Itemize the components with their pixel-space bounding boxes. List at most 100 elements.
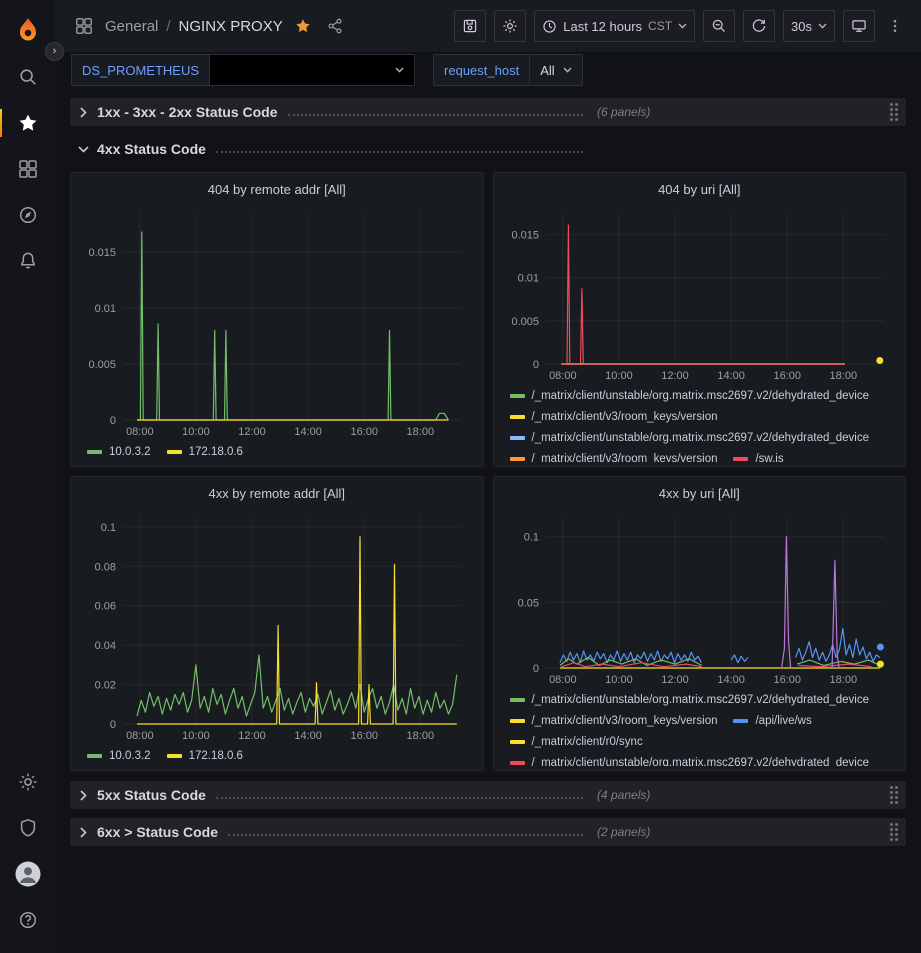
timeseries-chart[interactable]: 08:0010:0012:0014:0016:0018:0000.020.040… [77, 509, 477, 744]
svg-text:18:00: 18:00 [407, 730, 435, 742]
row-drag-handle[interactable] [890, 823, 898, 841]
svg-text:08:00: 08:00 [549, 370, 577, 382]
svg-text:16:00: 16:00 [773, 370, 801, 382]
legend-label: /_matrix/client/unstable/org.matrix.msc2… [532, 390, 870, 402]
legend-swatch [87, 450, 102, 454]
legend-item[interactable]: 172.18.0.6 [167, 745, 243, 766]
row-panel-count: (4 panels) [597, 788, 650, 802]
zoom-out-button[interactable] [703, 10, 735, 42]
row-title: 4xx Status Code [97, 141, 206, 157]
panel-404-by-uri: 404 by uri [All] 08:0010:0012:0014:0016:… [493, 172, 907, 467]
compass-icon [18, 205, 38, 225]
row-drag-handle[interactable] [890, 786, 898, 804]
legend-label: /_matrix/client/v3/room_keys/version [532, 715, 718, 727]
kebab-menu-icon [887, 18, 903, 34]
panel-404-by-remote-addr: 404 by remote addr [All] 08:0010:0012:00… [70, 172, 484, 467]
row-title-area: 6xx > Status Code [97, 824, 583, 840]
favorite-star-button[interactable] [291, 14, 315, 38]
gear-icon [18, 772, 38, 792]
legend-swatch [510, 698, 525, 702]
svg-text:14:00: 14:00 [294, 426, 322, 438]
legend-label: 10.0.3.2 [109, 750, 151, 762]
legend-item[interactable]: /_matrix/client/unstable/org.matrix.msc2… [510, 752, 870, 766]
row-drag-handle[interactable] [890, 103, 898, 121]
refresh-button[interactable] [743, 10, 775, 42]
apps-icon [71, 13, 97, 39]
sidebar-item-server-admin[interactable] [0, 805, 55, 851]
legend-item[interactable]: 10.0.3.2 [87, 745, 151, 766]
svg-text:0.06: 0.06 [95, 601, 116, 613]
legend-item[interactable]: /_matrix/client/unstable/org.matrix.msc2… [510, 385, 870, 406]
legend-item[interactable]: 10.0.3.2 [87, 441, 151, 462]
svg-text:16:00: 16:00 [350, 426, 378, 438]
svg-text:0.005: 0.005 [511, 316, 539, 328]
shield-icon [18, 818, 38, 838]
timeseries-chart[interactable]: 08:0010:0012:0014:0016:0018:0000.0050.01… [500, 205, 900, 384]
svg-text:08:00: 08:00 [126, 426, 154, 438]
dashboard-content: 1xx - 3xx - 2xx Status Code (6 panels) 4… [55, 90, 921, 953]
refresh-interval-dropdown[interactable]: 30s [783, 10, 835, 42]
panel-title[interactable]: 404 by remote addr [All] [77, 173, 477, 205]
sidebar-item-dashboards[interactable] [0, 146, 55, 192]
datasource-variable-label[interactable]: DS_PROMETHEUS [71, 54, 210, 86]
sidebar-item-explore[interactable] [0, 192, 55, 238]
legend-item[interactable]: /_matrix/client/v3/room_keys/version [510, 406, 718, 427]
save-dashboard-button[interactable] [454, 10, 486, 42]
dashboard-settings-button[interactable] [494, 10, 526, 42]
sidebar-item-alerting[interactable] [0, 238, 55, 284]
sidebar-item-profile[interactable] [0, 851, 55, 897]
share-button[interactable] [323, 14, 347, 38]
time-range-picker[interactable]: Last 12 hours CST [534, 10, 695, 42]
legend-label: /_matrix/client/v3/room_keys/version [532, 411, 718, 423]
request-host-variable-value[interactable]: All [530, 54, 582, 86]
row-header-6xx[interactable]: 6xx > Status Code (2 panels) [70, 818, 906, 846]
legend-item[interactable]: /_matrix/client/r0/sync [510, 731, 643, 752]
breadcrumb-title[interactable]: NGINX PROXY [179, 18, 283, 35]
legend-swatch [167, 754, 182, 758]
sidebar-item-help[interactable] [0, 897, 55, 943]
row-dotted-leader [228, 834, 583, 836]
sidebar-expand-button[interactable]: › [45, 42, 64, 61]
row-title: 5xx Status Code [97, 787, 206, 803]
sidebar-item-search[interactable] [0, 54, 55, 100]
svg-text:18:00: 18:00 [829, 370, 857, 382]
panel-4xx-by-remote-addr: 4xx by remote addr [All] 08:0010:0012:00… [70, 476, 484, 771]
chevron-right-icon [77, 790, 89, 801]
sidebar-item-configuration[interactable] [0, 759, 55, 805]
legend-item[interactable]: 172.18.0.6 [167, 441, 243, 462]
star-filled-icon [295, 18, 311, 34]
tv-mode-button[interactable] [843, 10, 875, 42]
apps-grid-icon [75, 17, 93, 35]
panel-title[interactable]: 4xx by remote addr [All] [77, 477, 477, 509]
datasource-variable-value[interactable] [210, 54, 415, 86]
legend-label: /_matrix/client/unstable/org.matrix.msc2… [532, 432, 870, 444]
legend-label: 172.18.0.6 [189, 750, 243, 762]
legend-item[interactable]: /api/live/ws [733, 710, 811, 731]
svg-text:16:00: 16:00 [773, 674, 801, 686]
timeseries-chart[interactable]: 08:0010:0012:0014:0016:0018:0000.0050.01… [77, 205, 477, 440]
row-title-area: 5xx Status Code [97, 787, 583, 803]
legend-item[interactable]: /_matrix/client/unstable/org.matrix.msc2… [510, 689, 870, 710]
svg-text:18:00: 18:00 [829, 674, 857, 686]
panel-title[interactable]: 4xx by uri [All] [500, 477, 900, 509]
svg-text:0.02: 0.02 [95, 680, 116, 692]
legend-item[interactable]: /_matrix/client/v3/room_keys/version [510, 448, 718, 462]
legend-item[interactable]: /_matrix/client/v3/room_keys/version [510, 710, 718, 731]
chevron-down-icon [818, 23, 827, 29]
timeseries-chart[interactable]: 08:0010:0012:0014:0016:0018:0000.050.1 [500, 509, 900, 688]
row-header-1xx-3xx-2xx[interactable]: 1xx - 3xx - 2xx Status Code (6 panels) [70, 98, 906, 126]
svg-text:12:00: 12:00 [238, 730, 266, 742]
row-title: 6xx > Status Code [97, 824, 218, 840]
request-host-variable-label[interactable]: request_host [433, 54, 530, 86]
breadcrumb-section[interactable]: General [105, 18, 158, 35]
legend-swatch [87, 754, 102, 758]
legend-item[interactable]: /_matrix/client/unstable/org.matrix.msc2… [510, 427, 870, 448]
legend-item[interactable]: /sw.js [733, 448, 783, 462]
more-options-button[interactable] [883, 14, 907, 38]
svg-text:0.08: 0.08 [95, 561, 116, 573]
sidebar-item-starred[interactable] [0, 100, 55, 146]
row-header-4xx[interactable]: 4xx Status Code [70, 135, 906, 163]
row-header-5xx[interactable]: 5xx Status Code (4 panels) [70, 781, 906, 809]
panel-title[interactable]: 404 by uri [All] [500, 173, 900, 205]
svg-text:0: 0 [110, 415, 116, 427]
